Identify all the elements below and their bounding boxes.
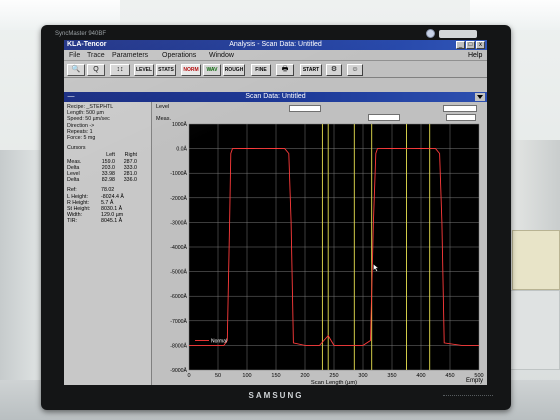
lab-equipment-left xyxy=(0,150,40,380)
scan-window-title: Scan Data: Untitled xyxy=(245,93,306,100)
cursor-table: Left Right Meas. 159.0 287.0 Delta 203.0… xyxy=(67,152,149,183)
monitor-badge xyxy=(439,30,477,38)
cursor-row-label: Delta xyxy=(67,177,80,184)
scan-window-titlebar[interactable]: — Scan Data: Untitled xyxy=(64,92,487,102)
x-tick-label: 50 xyxy=(215,373,221,379)
menu-trace[interactable]: Trace xyxy=(87,50,105,61)
legend-label: Normal xyxy=(211,338,227,344)
y-tick-label: -6000Å xyxy=(170,293,187,300)
monitor-brand: SAMSUNG xyxy=(248,391,304,400)
y-tick-label: 1000Å xyxy=(172,121,188,128)
fine-button[interactable]: FINE xyxy=(251,64,271,76)
y-tick-label: -1000Å xyxy=(170,170,187,177)
x-tick-label: 100 xyxy=(242,373,251,379)
profile-chart[interactable]: 0 50 100 150 200 250 300 350 400 450 5001000Å0.0Å-… xyxy=(153,102,487,385)
x-tick-label: 300 xyxy=(358,373,367,379)
measurement-list: Ref: 78.02 L Height: -8024.4 Å R Height:… xyxy=(67,187,149,224)
x-tick-label: 150 xyxy=(271,373,280,379)
level-button[interactable]: LEVEL xyxy=(134,64,154,76)
menu-parameters[interactable]: Parameters xyxy=(112,50,148,61)
toolbar: 🔍 Q ↕↕ LEVEL STATS NORM WAV ROUGH FINE 🖶… xyxy=(64,62,487,78)
norm-button[interactable]: NORM xyxy=(181,64,201,76)
status-text: Empty xyxy=(465,378,483,384)
menu-operations[interactable]: Operations xyxy=(162,50,196,61)
window-titlebar[interactable]: KLA-Tencor Analysis - Scan Data: Untitle… xyxy=(64,40,487,50)
y-tick-label: -3000Å xyxy=(170,219,187,226)
y-tick-label: -5000Å xyxy=(170,269,187,276)
x-axis-label: Scan Length (µm) xyxy=(311,380,357,385)
measurement-value: 8045.1 Å xyxy=(101,218,123,225)
x-tick-label: 200 xyxy=(300,373,309,379)
energy-star-icon xyxy=(426,29,435,38)
cursors-heading: Cursors xyxy=(67,145,86,152)
menu-file[interactable]: File xyxy=(69,50,80,61)
x-tick-label: 450 xyxy=(445,373,454,379)
smiley-icon[interactable]: ☺ xyxy=(347,64,363,76)
y-tick-label: 0.0Å xyxy=(176,146,187,153)
measurement-row: TIR: 8045.1 Å xyxy=(67,218,149,224)
monitor: SyncMaster 940BF KLA-Tencor Analysis - S… xyxy=(41,25,511,410)
minimize-button[interactable]: _ xyxy=(456,41,465,49)
y-tick-label: -2000Å xyxy=(170,195,187,202)
menu-help[interactable]: Help xyxy=(468,50,482,61)
x-tick-label: 400 xyxy=(416,373,425,379)
maximize-button[interactable]: □ xyxy=(466,41,475,49)
stats-button[interactable]: STATS xyxy=(156,64,176,76)
zoom-icon[interactable]: 🔍 xyxy=(67,64,85,76)
screen: KLA-Tencor Analysis - Scan Data: Untitle… xyxy=(64,40,487,385)
scan-window-dropdown-icon[interactable] xyxy=(475,93,485,101)
settings-icon[interactable]: ⚙ xyxy=(326,64,342,76)
y-tick-label: -4000Å xyxy=(170,244,187,251)
magnify-icon[interactable]: Q xyxy=(87,64,105,76)
y-tick-label: -7000Å xyxy=(170,318,187,325)
lab-instrument-box xyxy=(512,230,560,290)
start-button[interactable]: START xyxy=(300,64,322,76)
cursor-right-value: 336.0 xyxy=(123,177,137,184)
rough-button[interactable]: ROUGH xyxy=(223,64,245,76)
x-tick-label: 250 xyxy=(329,373,338,379)
measurement-label: TIR: xyxy=(67,218,78,225)
wav-button[interactable]: WAV xyxy=(203,64,221,76)
lab-instrument-panel xyxy=(508,290,560,370)
monitor-model-label: SyncMaster 940BF xyxy=(55,31,107,37)
plot-area: Level Meas. 0 50 100 150 200 250 300 350 400 450 5… xyxy=(153,102,487,385)
close-button[interactable]: x xyxy=(476,41,485,49)
x-tick-label: 350 xyxy=(387,373,396,379)
menu-bar: File Trace Parameters Operations Window … xyxy=(64,50,487,61)
scale-icon[interactable]: ↕↕ xyxy=(110,64,130,76)
printer-icon[interactable]: 🖶 xyxy=(276,64,294,76)
force-text: Force: 5 mg xyxy=(67,135,96,142)
monitor-controls[interactable] xyxy=(443,395,493,399)
menu-window[interactable]: Window xyxy=(209,50,234,61)
x-tick-label: 0 xyxy=(187,373,190,379)
scan-window-menu-icon[interactable]: — xyxy=(66,92,76,102)
scan-info-panel: Recipe: _STEPHTL Length: 500 µm Speed: 5… xyxy=(64,102,152,385)
cursor-left-value: 82.98 xyxy=(101,177,115,184)
y-tick-label: -9000Å xyxy=(170,367,187,374)
y-tick-label: -8000Å xyxy=(170,342,187,349)
cursor-row: Delta 82.98 336.0 xyxy=(67,177,149,183)
window-title: Analysis - Scan Data: Untitled xyxy=(229,41,322,48)
